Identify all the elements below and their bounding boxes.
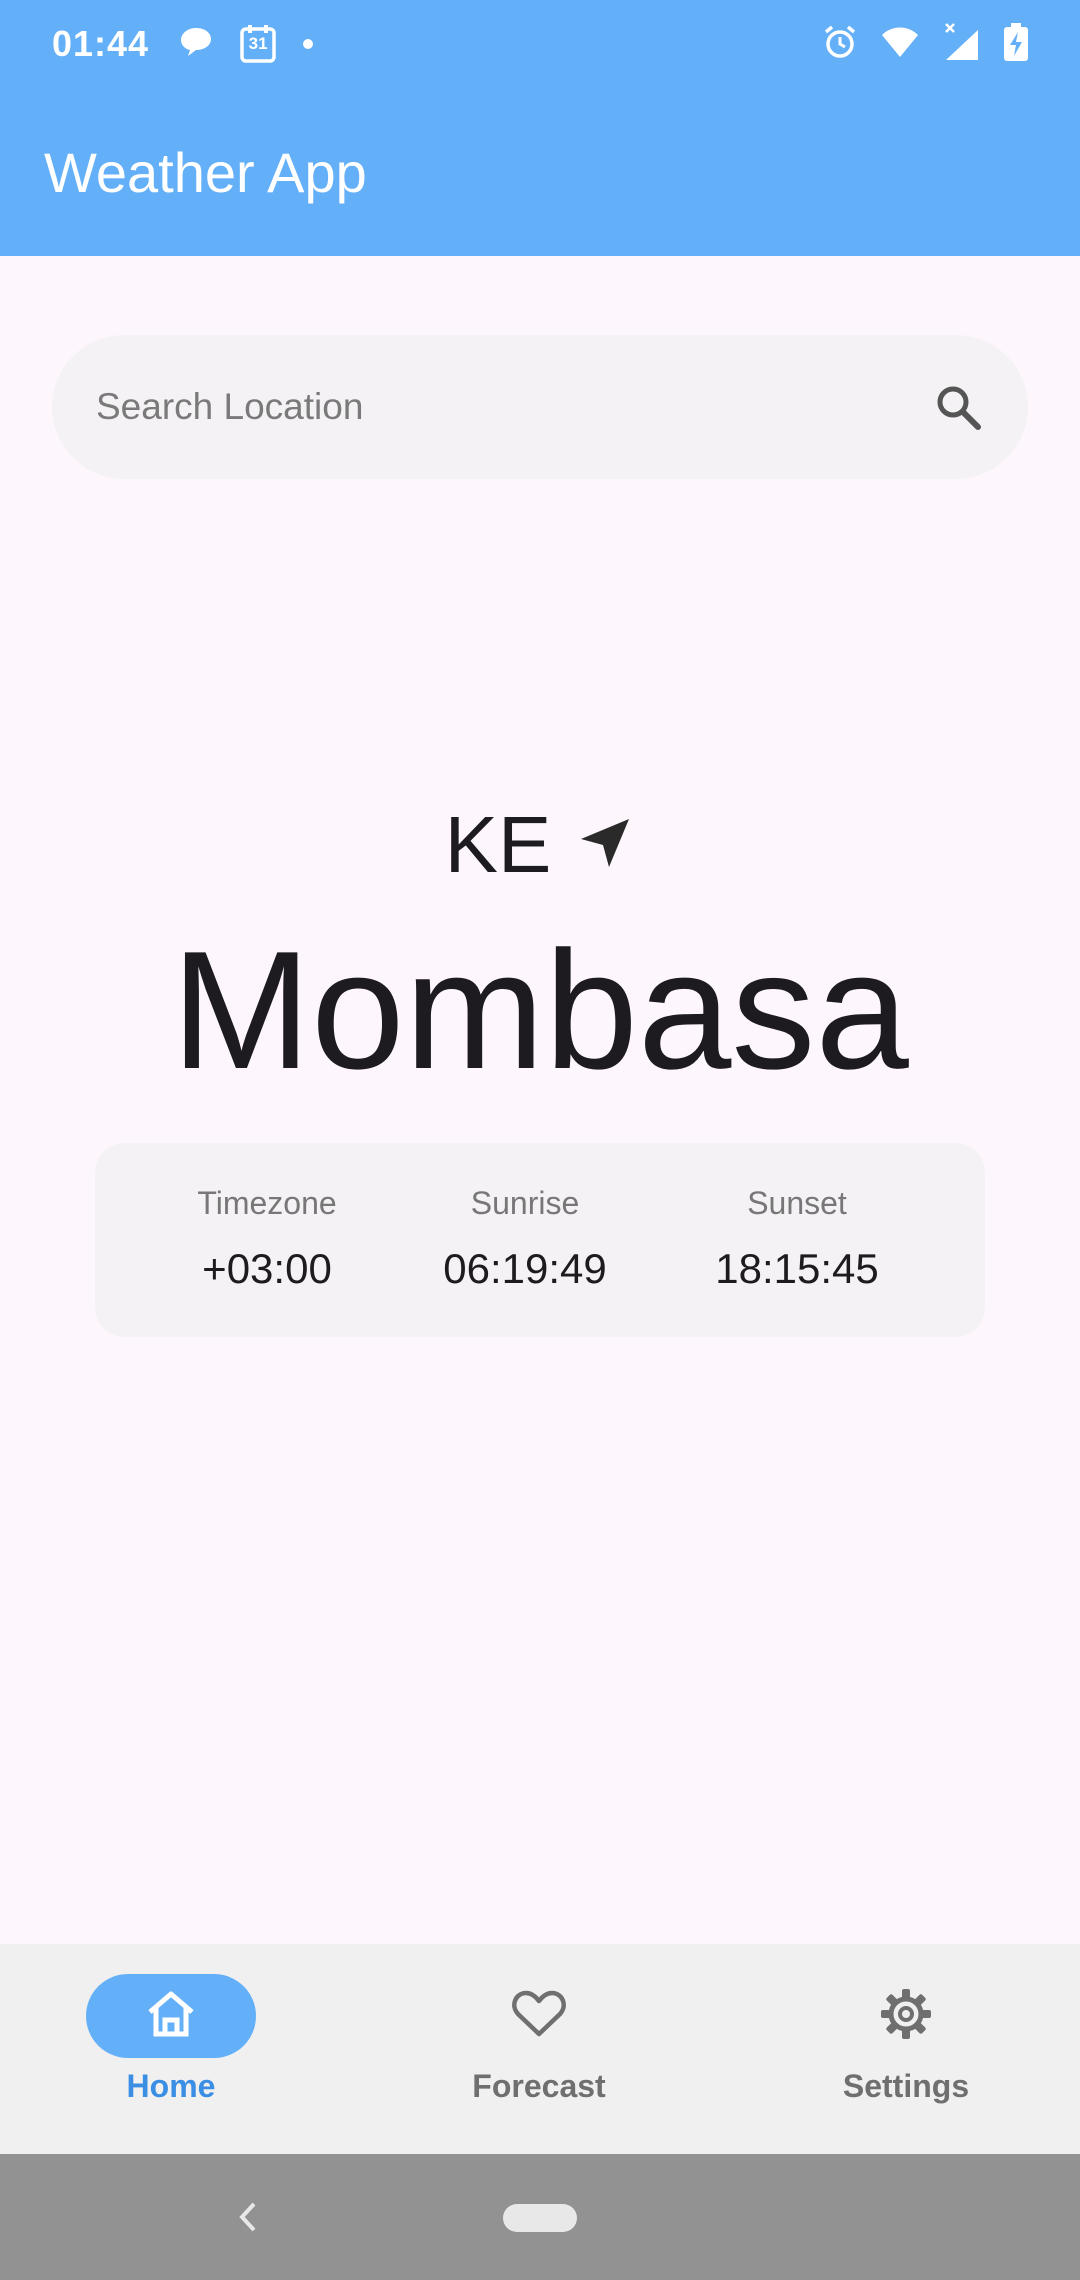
navigation-arrow-icon bbox=[575, 813, 635, 878]
search-icon[interactable] bbox=[928, 377, 988, 437]
sunset-label: Sunset bbox=[747, 1185, 847, 1221]
nav-item-forecast[interactable]: Forecast bbox=[389, 1944, 689, 2154]
country-row: KE bbox=[0, 790, 1080, 900]
dot-icon bbox=[303, 39, 314, 49]
status-bar: 01:44 31 bbox=[0, 0, 1080, 88]
weather-app-screen: 01:44 31 Weather App Search Location KE … bbox=[0, 0, 1080, 2280]
battery-charging-icon bbox=[1004, 22, 1028, 66]
search-input[interactable] bbox=[96, 386, 928, 428]
location-info-card: Timezone +03:00 Sunrise 06:19:49 Sunset … bbox=[95, 1143, 985, 1337]
timezone-value: +03:00 bbox=[202, 1245, 332, 1292]
search-bar[interactable] bbox=[52, 335, 1028, 479]
nav-pill-settings[interactable] bbox=[821, 1974, 991, 2058]
app-title: Weather App bbox=[44, 140, 367, 204]
chat-bubble-icon bbox=[179, 26, 213, 63]
cell-signal-icon bbox=[942, 22, 982, 67]
gear-icon bbox=[879, 1987, 933, 2046]
nav-label-settings: Settings bbox=[842, 2068, 970, 2104]
status-time: 01:44 bbox=[52, 23, 150, 64]
status-right-icons bbox=[822, 22, 1028, 67]
home-pill-icon[interactable] bbox=[503, 2204, 577, 2232]
country-code: KE bbox=[444, 800, 552, 889]
home-icon bbox=[146, 1990, 196, 2043]
wifi-icon bbox=[880, 25, 920, 64]
status-left-icons: 31 bbox=[179, 24, 314, 64]
alarm-icon bbox=[822, 24, 858, 65]
city-name: Mombasa bbox=[171, 916, 909, 1104]
sunset-value: 18:15:45 bbox=[715, 1245, 879, 1292]
sunrise-label: Sunrise bbox=[470, 1185, 580, 1221]
nav-item-settings[interactable]: Settings bbox=[756, 1944, 1056, 2154]
bottom-navigation: Home Forecast Settings bbox=[0, 1944, 1080, 2154]
calendar-icon: 31 bbox=[239, 24, 277, 64]
app-bar: Weather App bbox=[0, 88, 1080, 256]
nav-item-home[interactable]: Home bbox=[21, 1944, 321, 2154]
sunrise-value: 06:19:49 bbox=[443, 1245, 607, 1292]
nav-pill-home[interactable] bbox=[86, 1974, 256, 2058]
back-icon[interactable] bbox=[228, 2194, 268, 2240]
nav-label-forecast: Forecast bbox=[472, 2068, 606, 2104]
nav-label-home: Home bbox=[126, 2068, 216, 2104]
timezone-label: Timezone bbox=[197, 1185, 337, 1221]
system-navigation-bar bbox=[0, 2154, 1080, 2280]
nav-pill-forecast[interactable] bbox=[454, 1974, 624, 2058]
calendar-day: 31 bbox=[248, 34, 268, 53]
heart-icon bbox=[512, 1990, 566, 2043]
